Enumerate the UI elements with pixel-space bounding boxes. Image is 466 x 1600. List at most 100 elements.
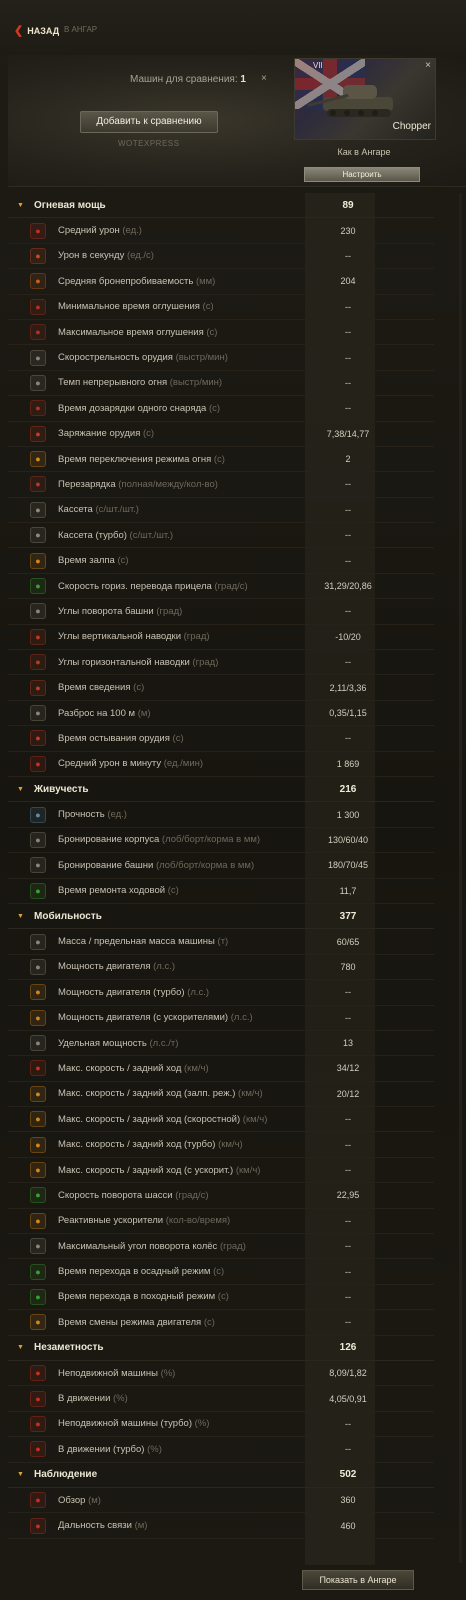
stat-value: --	[345, 987, 351, 998]
back-button[interactable]: ❮ НАЗАД	[14, 24, 59, 37]
stat-name: Кассета (турбо) (с/шт./шт.)	[58, 530, 173, 541]
stat-label: Углы поворота башни	[58, 605, 154, 617]
stat-label: В движении (турбо)	[58, 1443, 145, 1455]
stat-name: Средний урон (ед.)	[58, 225, 142, 236]
salvo-icon: ●	[30, 552, 46, 569]
stat-label: Макс. скорость / задний ход (с ускорит.)	[58, 1164, 234, 1176]
stat-value: --	[345, 377, 351, 388]
stat-value: --	[345, 352, 351, 363]
stat-value: 7,38/14,77	[326, 428, 370, 439]
back-label: НАЗАД	[27, 25, 60, 36]
category-name: Огневая мощь	[34, 199, 106, 211]
collapse-arrow-icon[interactable]: ▼	[17, 202, 24, 209]
scrollbar[interactable]	[459, 193, 462, 1563]
collapse-arrow-icon[interactable]: ▼	[17, 913, 24, 920]
stat-label: Неподвижной машины (турбо)	[58, 1418, 192, 1430]
stat-value: 13	[342, 1038, 353, 1049]
stat-label: Темп непрерывного огня	[58, 377, 168, 389]
stat-unit: (град)	[219, 1240, 246, 1252]
stat-value: 22,95	[336, 1190, 360, 1201]
stat-label: Масса / предельная масса машины	[58, 936, 215, 948]
category-row[interactable]: ▼ Мобильность 377	[8, 904, 434, 930]
stat-value: 20/12	[336, 1088, 360, 1099]
stat-row: ● Макс. скорость / задний ход (с ускорит.…	[8, 1158, 434, 1184]
shell-reload-icon: ●	[30, 400, 46, 417]
stat-row: ● Средний урон в минуту (ед./мин) 1 869	[8, 752, 434, 777]
stat-label: Углы горизонтальной наводки	[58, 656, 190, 668]
engine-boost-icon: ●	[30, 1009, 46, 1026]
rocket-boost-icon: ●	[30, 1212, 46, 1229]
stat-unit: (град)	[192, 656, 219, 668]
stat-value: --	[345, 555, 351, 566]
stat-unit: (км/ч)	[235, 1164, 261, 1176]
category-name: Живучесть	[34, 783, 89, 795]
stat-name: Скорострельность орудия (выстр/мин)	[58, 352, 228, 363]
add-to-compare-button[interactable]: Добавить к сравнению	[80, 111, 218, 133]
compare-count-label: Машин для сравнения:	[130, 74, 238, 85]
stat-unit: (град/с)	[214, 580, 248, 592]
category-row[interactable]: ▼ Незаметность 126	[8, 1336, 434, 1361]
stat-name: Минимальное время оглушения (с)	[58, 301, 214, 312]
stat-value: --	[345, 1114, 351, 1125]
stat-unit: (км/ч)	[238, 1088, 263, 1100]
stat-value: 2	[345, 454, 351, 465]
stat-label: Разброс на 100 м	[58, 707, 136, 719]
clip-turbo-icon: ●	[30, 527, 46, 544]
tank-card[interactable]: VII × Chopper	[294, 58, 436, 140]
breadcrumb[interactable]: В АНГАР	[64, 25, 97, 34]
repair-icon: ●	[30, 882, 46, 899]
stat-unit: (с/шт./шт.)	[129, 529, 174, 541]
stat-label: Время ремонта ходовой	[58, 885, 166, 897]
horizontal-aim-icon: ●	[30, 654, 46, 671]
stat-row: ● Скорость поворота шасси (град/с) 22,95	[8, 1183, 434, 1209]
stat-unit: (ед.)	[107, 809, 127, 821]
stat-value: 360	[340, 1495, 356, 1506]
category-score: 216	[339, 783, 357, 795]
stat-name: Масса / предельная масса машины (т)	[58, 936, 228, 947]
stat-row: ● Скорострельность орудия (выстр/мин) --	[8, 345, 434, 371]
category-row[interactable]: ▼ Огневая мощь 89	[8, 193, 434, 219]
stat-unit: (л.с./т)	[149, 1037, 179, 1049]
collapse-arrow-icon[interactable]: ▼	[17, 1471, 24, 1478]
fire-rate-icon: ●	[30, 349, 46, 366]
close-icon[interactable]: ×	[261, 73, 267, 84]
stat-label: Максимальное время оглушения	[58, 326, 204, 338]
category-row[interactable]: ▼ Наблюдение 502	[8, 1463, 434, 1488]
compare-header: Машин для сравнения: 1 × Добавить к срав…	[8, 55, 466, 187]
close-icon[interactable]: ×	[425, 60, 431, 71]
setup-button[interactable]: Настроить	[304, 167, 420, 182]
stat-row: ● Скорость гориз. перевода прицела (град/…	[8, 574, 434, 600]
stat-unit: (град)	[156, 605, 183, 617]
stat-unit: (с)	[167, 885, 179, 897]
stat-unit: (с)	[172, 732, 184, 744]
sparks-icon: ●	[30, 247, 46, 264]
stat-name: Углы вертикальной наводки (град)	[58, 631, 210, 642]
stat-row: ● Неподвижной машины (%) 8,09/1,82	[8, 1361, 434, 1387]
stat-value: --	[345, 1418, 351, 1429]
vertical-aim-icon: ●	[30, 628, 46, 645]
stat-row: ● Максимальный угол поворота колёс (град)…	[8, 1234, 434, 1260]
stat-value: --	[345, 1139, 351, 1150]
collapse-arrow-icon[interactable]: ▼	[17, 786, 24, 793]
stat-unit: (т)	[217, 936, 229, 948]
stat-unit: (с)	[203, 1316, 215, 1328]
stat-name: Неподвижной машины (%)	[58, 1368, 175, 1379]
collapse-arrow-icon[interactable]: ▼	[17, 1344, 24, 1351]
stat-row: ● Темп непрерывного огня (выстр/мин) --	[8, 371, 434, 397]
stat-label: Перезарядка	[58, 478, 116, 490]
hull-traverse-icon: ●	[30, 1187, 46, 1204]
stat-row: ● Время сведения (с) 2,11/3,36	[8, 675, 434, 701]
stat-name: Время сведения (с)	[58, 682, 144, 693]
stat-value: 2,11/3,36	[329, 682, 367, 693]
show-in-hangar-button[interactable]: Показать в Ангаре	[302, 1570, 414, 1590]
stat-row: ● Кассета (турбо) (с/шт./шт.) --	[8, 523, 434, 549]
stat-unit: (мм)	[195, 275, 216, 287]
stat-label: Реактивные ускорители	[58, 1215, 164, 1227]
reload-icon: ●	[30, 476, 46, 493]
radio-range-icon: ●	[30, 1517, 46, 1534]
category-row[interactable]: ▼ Живучесть 216	[8, 777, 434, 803]
stat-label: Скорость поворота шасси	[58, 1189, 173, 1201]
stat-name: Время перехода в осадный режим (с)	[58, 1266, 224, 1277]
stat-label: Время дозарядки одного снаряда	[58, 402, 207, 414]
stat-row: ● Мощность двигателя (л.с.) 780	[8, 955, 434, 981]
